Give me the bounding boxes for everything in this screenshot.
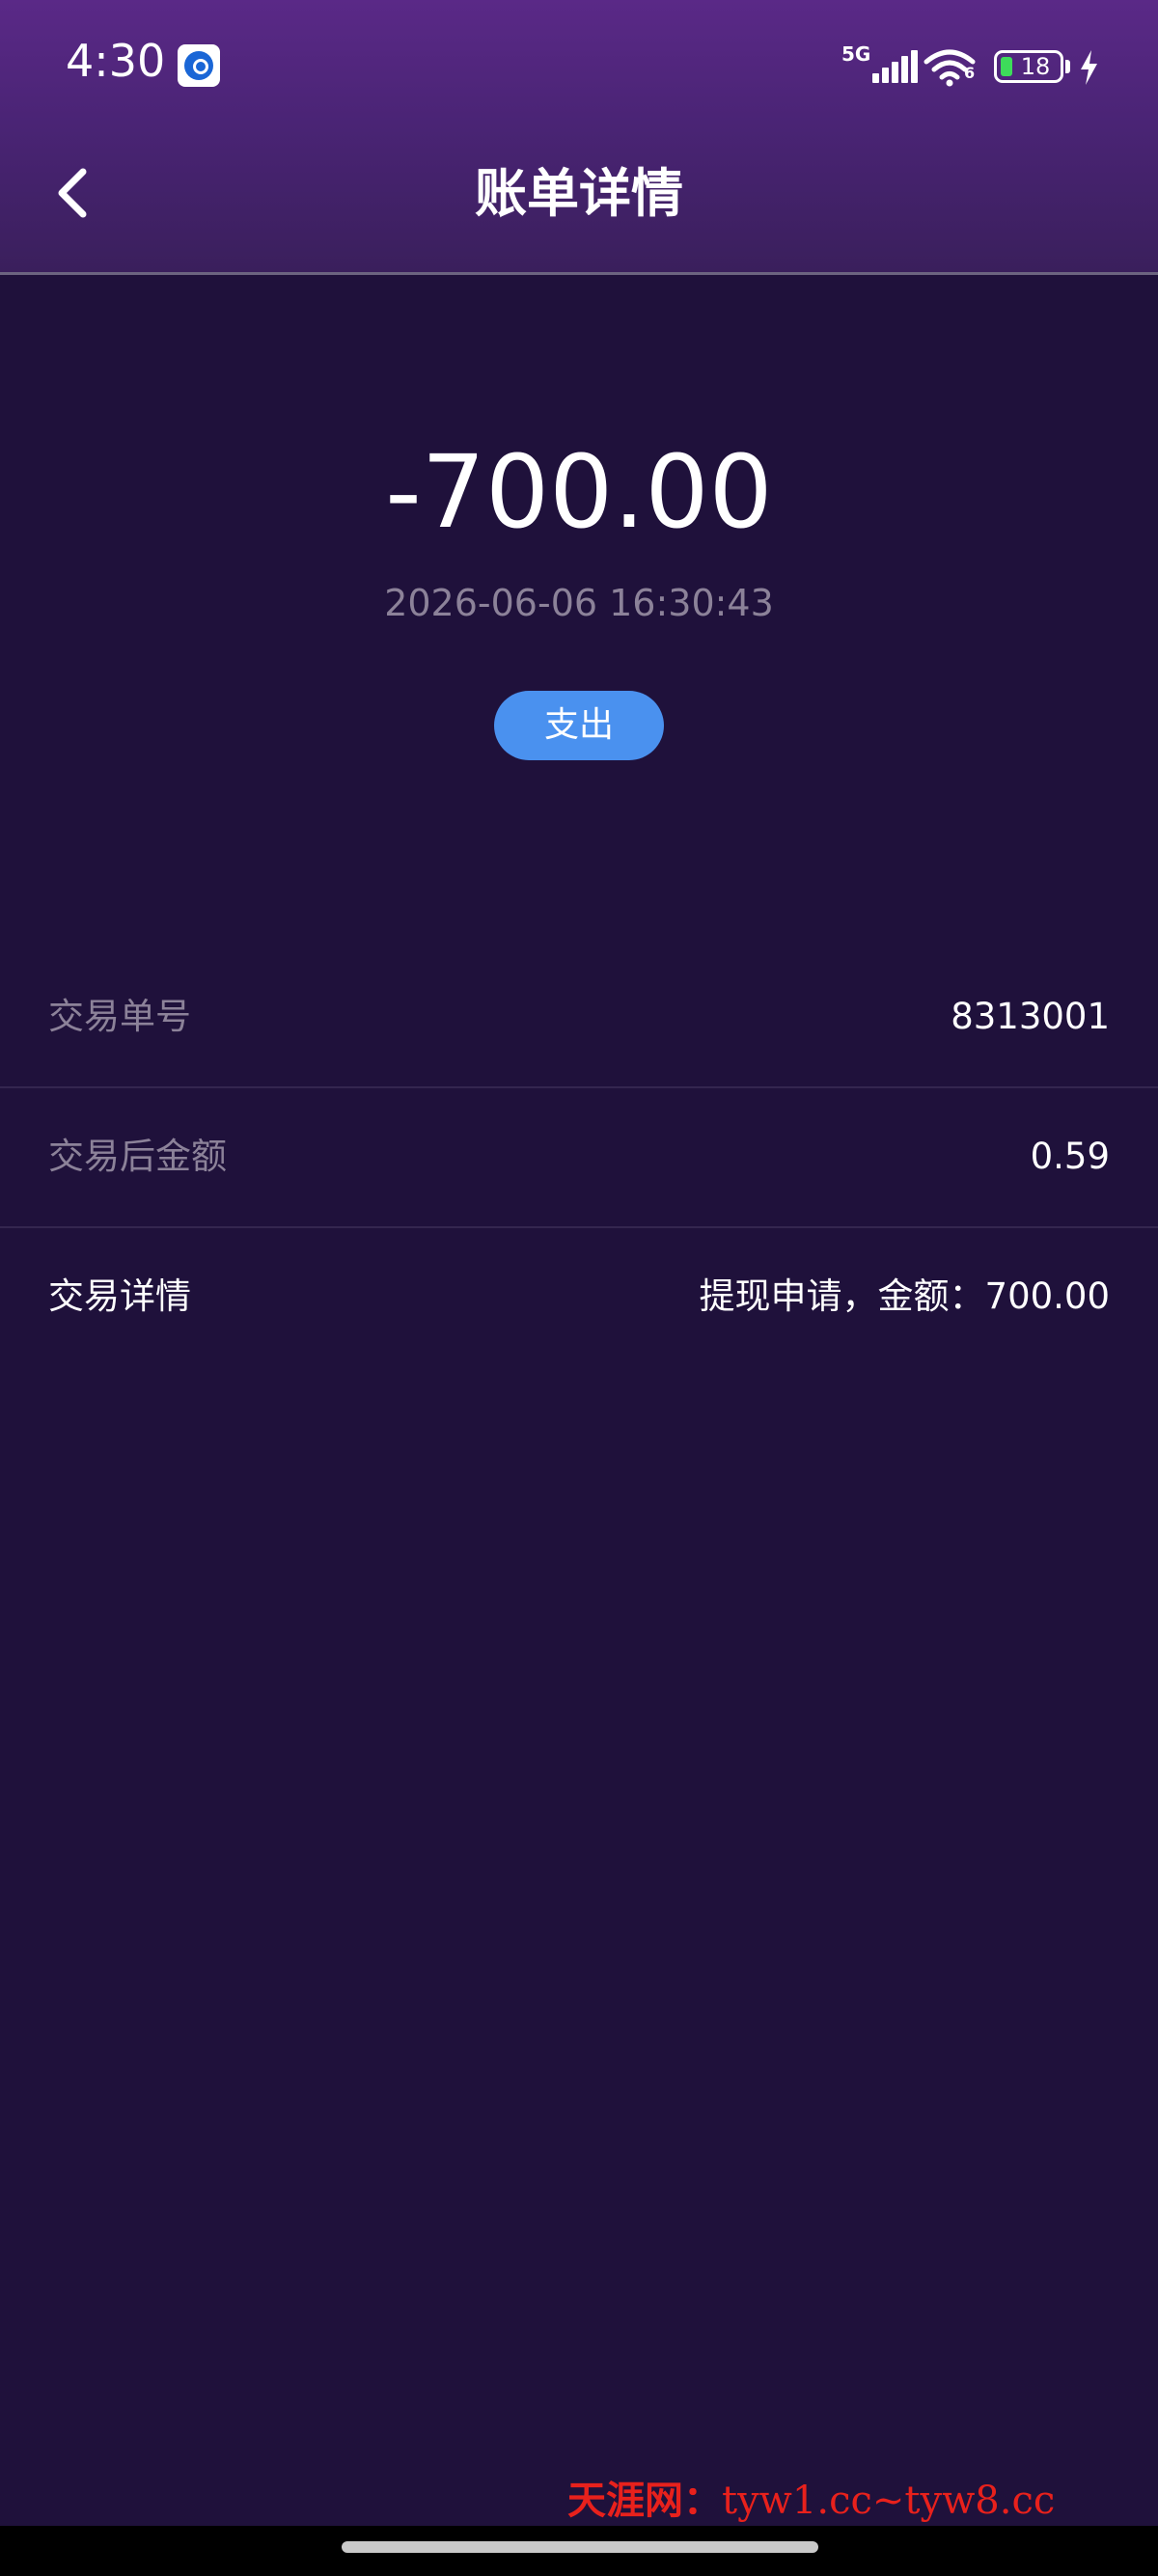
app-notification-icon — [178, 44, 220, 87]
battery-icon: 18 — [994, 50, 1063, 83]
charging-icon — [1081, 50, 1097, 85]
bill-detail-screen: 4:30 5G 6 18 账单详情 -700.00 2026-06-06 16:… — [0, 0, 1158, 2576]
header-area: 4:30 5G 6 18 账单详情 — [0, 0, 1158, 275]
transaction-type-badge: 支出 — [494, 691, 664, 760]
watermark-urls: tyw1.cc~tyw8.cc — [722, 2479, 1056, 2523]
detail-label: 交易后金额 — [48, 1136, 227, 1177]
status-time: 4:30 — [66, 35, 166, 87]
detail-row-order-number: 交易单号 8313001 — [0, 947, 1158, 1088]
transaction-datetime: 2026-06-06 16:30:43 — [384, 582, 774, 624]
detail-row-description: 交易详情 提现申请，金额：700.00 — [0, 1227, 1158, 1366]
detail-label: 交易单号 — [48, 996, 191, 1037]
battery-level: 18 — [1020, 53, 1051, 80]
status-bar: 4:30 5G 6 18 — [0, 0, 1158, 131]
detail-value: 提现申请，金额：700.00 — [699, 1275, 1110, 1317]
transaction-amount: -700.00 — [385, 433, 773, 551]
page-title: 账单详情 — [475, 163, 683, 224]
signal-icon — [859, 50, 918, 83]
detail-value: 0.59 — [1030, 1136, 1110, 1177]
watermark: 天涯网：tyw1.cc~tyw8.cc — [567, 2478, 1055, 2524]
home-indicator[interactable] — [342, 2541, 818, 2553]
wifi-generation: 6 — [964, 64, 976, 82]
watermark-brand: 天涯网： — [567, 2478, 722, 2523]
battery-tip — [1065, 60, 1070, 73]
detail-row-balance-after: 交易后金额 0.59 — [0, 1087, 1158, 1228]
detail-value: 8313001 — [951, 996, 1110, 1037]
detail-label: 交易详情 — [48, 1275, 191, 1317]
